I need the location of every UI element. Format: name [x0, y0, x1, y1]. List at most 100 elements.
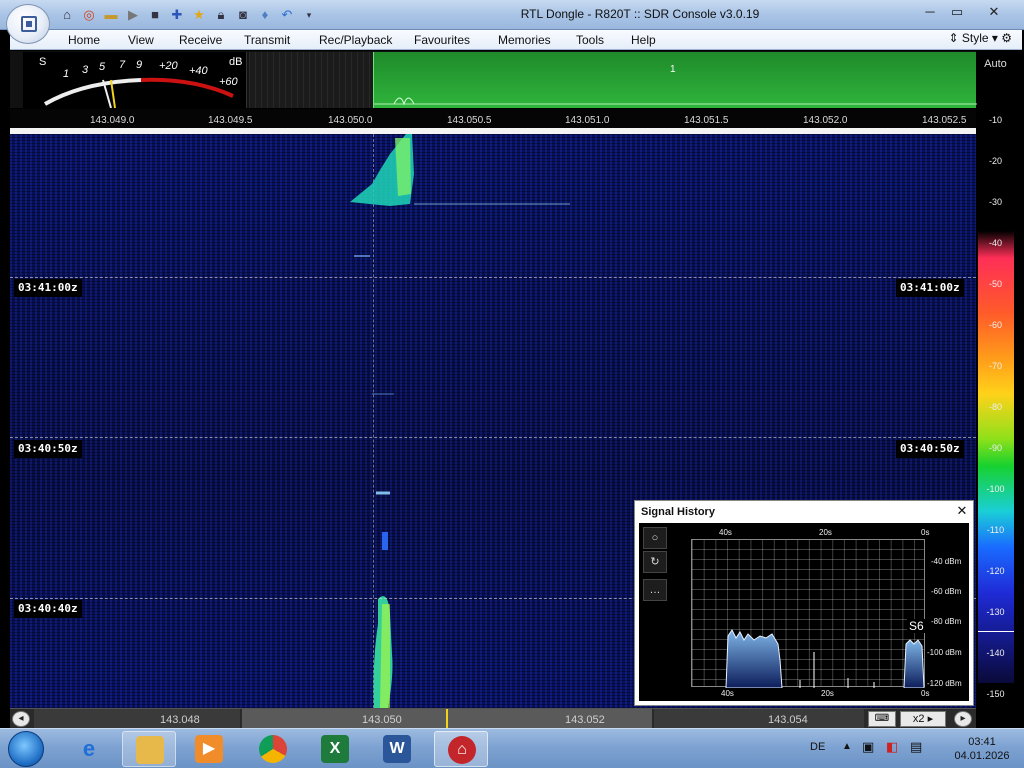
dropdown-icon[interactable]: ▾ [300, 6, 318, 24]
db-tick-label: -80 [988, 402, 1002, 412]
folder-icon [136, 736, 164, 764]
db-tick-label: -20 [988, 156, 1002, 166]
clock-date: 04.01.2026 [954, 750, 1010, 762]
s-meter: S dB 1 3 5 7 9 +20 +40 +60 [23, 52, 247, 108]
camera-icon[interactable]: ◙ [234, 6, 252, 24]
drop-icon[interactable]: ♦ [256, 6, 274, 24]
chevron-right-icon: ▸ [927, 713, 934, 725]
window-title: RTL Dongle - R820T :: SDR Console v3.0.1… [520, 7, 760, 21]
maximize-button[interactable]: ▭ [943, 2, 971, 22]
band-label: 143.048 [160, 714, 200, 726]
frequency-ruler[interactable]: 143.049.0 143.049.5 143.050.0 143.050.5 … [10, 109, 976, 129]
db-tick-label: -10 [988, 115, 1002, 125]
db-tick-label: -100 [986, 484, 1005, 494]
s-unit-readout: S6 [907, 619, 926, 633]
close-icon[interactable]: ✕ [955, 504, 969, 518]
keyboard-icon[interactable]: ⌨ [868, 711, 896, 727]
menu-tools[interactable]: Tools [576, 33, 604, 47]
menu-transmit[interactable]: Transmit [244, 33, 290, 47]
sdr-console-window: ⌂ ◎ ▬ ▶ ■ ✚ ★ 🔒︎ ◙ ♦ ↶ ▾ RTL Dongle - R8… [0, 0, 1024, 728]
home-icon[interactable]: ⌂ [58, 6, 76, 24]
star-icon[interactable]: ★ [190, 6, 208, 24]
time-marker-label: 03:40:50z [14, 440, 82, 458]
undo-icon[interactable]: ↶ [278, 6, 296, 24]
more-options-button[interactable]: … [643, 579, 667, 601]
db-tick-label: -140 [986, 648, 1005, 658]
sdr-console-icon: ⌂ [448, 736, 476, 764]
network-icon[interactable]: ▣ [862, 739, 874, 755]
stop-icon[interactable]: ■ [146, 6, 164, 24]
excel-icon: X [321, 735, 349, 763]
minimize-button[interactable]: ─ [916, 2, 944, 22]
db-tick-label: -110 [986, 525, 1005, 535]
level-axis-label: -60 dBm [931, 587, 962, 596]
taskbar-app-excel[interactable]: X [308, 731, 362, 767]
signal-history-trace [725, 629, 925, 688]
zoom-label: x2 [912, 713, 925, 725]
taskbar-app-internet-explorer[interactable]: e [62, 731, 116, 767]
time-axis-bottom-label: 20s [821, 689, 834, 698]
freq-tick-label: 143.050.5 [447, 115, 492, 126]
menu-memories[interactable]: Memories [498, 33, 551, 47]
spectrum-band-indicator[interactable]: 1 [373, 52, 977, 108]
band-segment[interactable] [654, 709, 864, 728]
db-tick-label: -130 [986, 607, 1005, 617]
s-meter-arc [43, 77, 234, 108]
band-segment[interactable] [34, 709, 240, 728]
frequency-scroll-bar[interactable]: ◂ 143.048 143.050 143.052 143.054 ⌨ x2 ▸… [10, 708, 976, 728]
word-icon: W [383, 735, 411, 763]
close-button[interactable]: ✕ [978, 2, 1010, 22]
db-scale[interactable]: Auto -10 -20 -30 -40 -50 -60 -70 -80 -90… [977, 51, 1014, 728]
vfo-position-marker [446, 709, 448, 728]
plus-icon[interactable]: ✚ [168, 6, 186, 24]
app-menu-button[interactable] [6, 4, 50, 44]
menu-help[interactable]: Help [631, 33, 656, 47]
taskbar-app-word[interactable]: W [370, 731, 424, 767]
band-label: 143.052 [565, 714, 605, 726]
reset-button[interactable]: ↻ [643, 551, 667, 573]
windows-taskbar: e ▶ X W ⌂ DE ▲ ▣ ◧ ▤ 03:41 04.01.2026 [0, 728, 1024, 768]
quick-access-toolbar: ⌂ ◎ ▬ ▶ ■ ✚ ★ 🔒︎ ◙ ♦ ↶ ▾ [58, 6, 318, 24]
taskbar-app-explorer[interactable] [122, 731, 176, 767]
time-marker-line [10, 437, 976, 438]
media-player-icon: ▶ [195, 735, 223, 763]
spectrum-overview[interactable] [249, 52, 373, 108]
freq-tick-label: 143.051.0 [565, 115, 610, 126]
menu-rec-playback[interactable]: Rec/Playback [319, 33, 392, 47]
speaker-icon[interactable]: ◧ [886, 739, 898, 755]
menu-receive[interactable]: Receive [179, 33, 222, 47]
db-scale-mode[interactable]: Auto [977, 58, 1014, 70]
signal-history-window[interactable]: Signal History ✕ ○ ↻ … 40s 20s 0s -40 dB… [634, 500, 974, 706]
db-tick-label: -60 [988, 320, 1002, 330]
taskbar-app-sdr-console[interactable]: ⌂ [434, 731, 488, 767]
scroll-left-button[interactable]: ◂ [12, 711, 30, 727]
time-marker-label: 03:41:00z [14, 279, 82, 297]
db-tick-label: -70 [988, 361, 1002, 371]
start-button[interactable] [8, 731, 44, 767]
menu-view[interactable]: View [128, 33, 154, 47]
folder-icon[interactable]: ▬ [102, 6, 120, 24]
db-tick-label: -40 [988, 238, 1002, 248]
chrome-icon [259, 735, 287, 763]
zoom-button[interactable]: x2 ▸ [900, 711, 946, 727]
action-center-icon[interactable]: ▤ [910, 739, 922, 755]
menu-home[interactable]: Home [68, 33, 100, 47]
lifebuoy-icon[interactable]: ◎ [80, 6, 98, 24]
taskbar-app-chrome[interactable] [246, 731, 300, 767]
show-hidden-icons-icon[interactable]: ▲ [842, 741, 852, 752]
style-dropdown[interactable]: ⇕ Style ▾ ⚙ [948, 31, 1012, 45]
time-marker-label: 03:41:00z [896, 279, 964, 297]
language-indicator[interactable]: DE [810, 741, 825, 753]
ribbon-menu: Home View Receive Transmit Rec/Playback … [10, 30, 1022, 50]
db-threshold-line[interactable] [978, 631, 1014, 632]
freq-tick-label: 143.050.0 [328, 115, 373, 126]
play-icon[interactable]: ▶ [124, 6, 142, 24]
scroll-right-button[interactable]: ▸ [954, 711, 972, 727]
menu-favourites[interactable]: Favourites [414, 33, 470, 47]
record-toggle-button[interactable]: ○ [643, 527, 667, 549]
lock-icon[interactable]: 🔒︎ [212, 6, 230, 24]
clock[interactable]: 03:41 04.01.2026 [942, 735, 1022, 763]
taskbar-app-media-player[interactable]: ▶ [182, 731, 236, 767]
internet-explorer-icon: e [82, 736, 96, 761]
level-axis-label: -80 dBm [931, 617, 962, 626]
